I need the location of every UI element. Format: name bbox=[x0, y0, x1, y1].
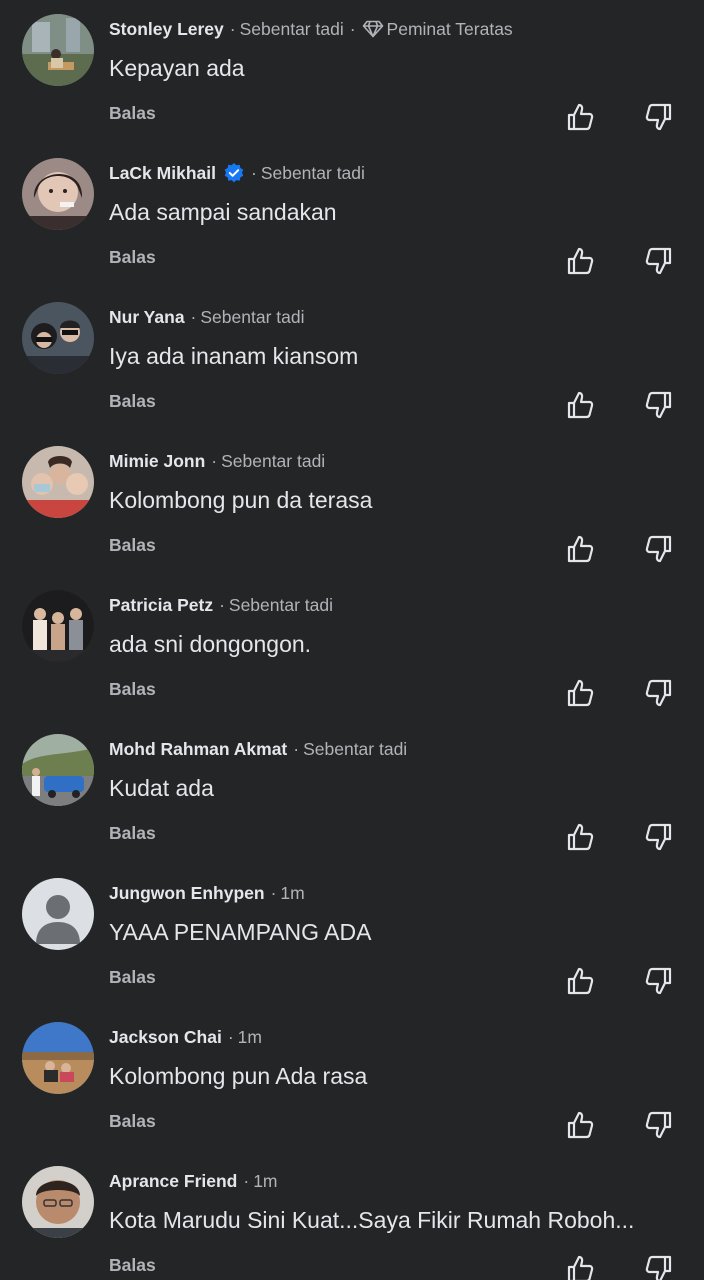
comment-meta: Nur Yana · Sebentar tadi bbox=[109, 305, 304, 329]
comment-item: Mohd Rahman Akmat · Sebentar tadi Kudat … bbox=[0, 720, 704, 864]
comment-text: Kolombong pun da terasa bbox=[109, 487, 373, 513]
reply-button[interactable]: Balas bbox=[109, 247, 156, 268]
thumbs-up-icon[interactable] bbox=[563, 676, 597, 710]
comment-item: Patricia Petz · Sebentar tadi ada sni do… bbox=[0, 576, 704, 720]
comment-meta: Mohd Rahman Akmat · Sebentar tadi bbox=[109, 737, 407, 761]
comment-meta: Stonley Lerey · Sebentar tadi · Peminat … bbox=[109, 17, 513, 41]
commenter-name[interactable]: Mohd Rahman Akmat bbox=[109, 739, 287, 760]
avatar[interactable] bbox=[22, 1022, 94, 1094]
thumbs-up-icon[interactable] bbox=[563, 100, 597, 134]
comment-list: Stonley Lerey · Sebentar tadi · Peminat … bbox=[0, 0, 704, 1280]
reply-button[interactable]: Balas bbox=[109, 1111, 156, 1132]
commenter-name[interactable]: Stonley Lerey bbox=[109, 19, 224, 40]
comment-meta: Mimie Jonn · Sebentar tadi bbox=[109, 449, 325, 473]
separator-dot: · bbox=[349, 18, 356, 39]
comment-meta: Patricia Petz · Sebentar tadi bbox=[109, 593, 333, 617]
separator-dot: · bbox=[229, 18, 236, 39]
comment-item: Jackson Chai · 1m Kolombong pun Ada rasa… bbox=[0, 1008, 704, 1152]
comment-item: Stonley Lerey · Sebentar tadi · Peminat … bbox=[0, 0, 704, 144]
separator-dot: · bbox=[227, 1026, 234, 1047]
separator-dot: · bbox=[190, 306, 197, 327]
comment-text: Kolombong pun Ada rasa bbox=[109, 1063, 368, 1089]
reply-button[interactable]: Balas bbox=[109, 1255, 156, 1276]
commenter-name[interactable]: Jackson Chai bbox=[109, 1027, 222, 1048]
reply-button[interactable]: Balas bbox=[109, 679, 156, 700]
commenter-name[interactable]: Mimie Jonn bbox=[109, 451, 205, 472]
avatar[interactable] bbox=[22, 878, 94, 950]
commenter-name[interactable]: LaCk Mikhail bbox=[109, 163, 216, 184]
avatar[interactable] bbox=[22, 734, 94, 806]
thumbs-down-icon[interactable] bbox=[642, 1108, 676, 1142]
avatar[interactable] bbox=[22, 302, 94, 374]
separator-dot: · bbox=[211, 450, 218, 471]
commenter-name[interactable]: Jungwon Enhypen bbox=[109, 883, 265, 904]
separator-dot: · bbox=[219, 594, 225, 615]
reply-button[interactable]: Balas bbox=[109, 103, 156, 124]
comment-text: Ada sampai sandakan bbox=[109, 199, 337, 225]
comment-time: Sebentar tadi bbox=[221, 450, 326, 471]
thumbs-up-icon[interactable] bbox=[563, 388, 597, 422]
default-avatar-icon bbox=[22, 878, 94, 950]
comment-time: Sebentar tadi bbox=[303, 738, 408, 759]
avatar[interactable] bbox=[22, 14, 94, 86]
comment-time: Sebentar tadi bbox=[200, 306, 305, 327]
commenter-name[interactable]: Nur Yana bbox=[109, 307, 185, 328]
thumbs-up-icon[interactable] bbox=[563, 1252, 597, 1280]
comment-text: Kepayan ada bbox=[109, 55, 245, 81]
comment-time: 1m bbox=[237, 1026, 262, 1047]
comment-time: Sebentar tadi bbox=[260, 162, 365, 183]
thumbs-down-icon[interactable] bbox=[642, 964, 676, 998]
diamond-icon bbox=[362, 20, 384, 38]
avatar[interactable] bbox=[22, 158, 94, 230]
comment-item: Mimie Jonn · Sebentar tadi Kolombong pun… bbox=[0, 432, 704, 576]
comment-text: YAAA PENAMPANG ADA bbox=[109, 919, 372, 945]
thumbs-up-icon[interactable] bbox=[563, 244, 597, 278]
comment-item: Nur Yana · Sebentar tadi Iya ada inanam … bbox=[0, 288, 704, 432]
thumbs-up-icon[interactable] bbox=[563, 1108, 597, 1142]
comment-item: Aprance Friend · 1m Kota Marudu Sini Kua… bbox=[0, 1152, 704, 1280]
avatar[interactable] bbox=[22, 1166, 94, 1238]
comment-item: LaCk Mikhail · Sebentar tadi Ada sampai … bbox=[0, 144, 704, 288]
reply-button[interactable]: Balas bbox=[109, 535, 156, 556]
reply-button[interactable]: Balas bbox=[109, 823, 156, 844]
comment-time: 1m bbox=[253, 1170, 278, 1191]
comment-text: Kudat ada bbox=[109, 775, 214, 801]
comment-time: Sebentar tadi bbox=[239, 18, 344, 39]
thumbs-down-icon[interactable] bbox=[642, 244, 676, 278]
separator-dot: · bbox=[243, 1170, 250, 1191]
thumbs-down-icon[interactable] bbox=[642, 820, 676, 854]
comment-time: 1m bbox=[280, 882, 305, 903]
top-fan-badge: Peminat Teratas bbox=[386, 18, 513, 39]
comment-text: ada sni dongongon. bbox=[109, 631, 312, 657]
separator-dot: · bbox=[270, 882, 277, 903]
verified-badge-icon bbox=[223, 162, 245, 184]
avatar[interactable] bbox=[22, 590, 94, 662]
thumbs-up-icon[interactable] bbox=[563, 532, 597, 566]
reply-button[interactable]: Balas bbox=[109, 967, 156, 988]
thumbs-up-icon[interactable] bbox=[563, 964, 597, 998]
reply-button[interactable]: Balas bbox=[109, 391, 156, 412]
thumbs-down-icon[interactable] bbox=[642, 100, 676, 134]
thumbs-down-icon[interactable] bbox=[642, 388, 676, 422]
thumbs-up-icon[interactable] bbox=[563, 820, 597, 854]
comment-item: Jungwon Enhypen · 1m YAAA PENAMPANG ADA … bbox=[0, 864, 704, 1008]
thumbs-down-icon[interactable] bbox=[642, 1252, 676, 1280]
comment-meta: Aprance Friend · 1m bbox=[109, 1169, 278, 1193]
commenter-name[interactable]: Patricia Petz bbox=[109, 595, 213, 616]
comment-text: Kota Marudu Sini Kuat...Saya Fikir Rumah… bbox=[109, 1207, 635, 1233]
comment-meta: Jackson Chai · 1m bbox=[109, 1025, 262, 1049]
avatar[interactable] bbox=[22, 446, 94, 518]
separator-dot: · bbox=[293, 738, 300, 759]
comment-time: Sebentar tadi bbox=[228, 594, 334, 615]
comment-meta: Jungwon Enhypen · 1m bbox=[109, 881, 305, 905]
commenter-name[interactable]: Aprance Friend bbox=[109, 1171, 237, 1192]
separator-dot: · bbox=[250, 162, 257, 183]
thumbs-down-icon[interactable] bbox=[642, 676, 676, 710]
thumbs-down-icon[interactable] bbox=[642, 532, 676, 566]
comment-meta: LaCk Mikhail · Sebentar tadi bbox=[109, 161, 365, 185]
comment-text: Iya ada inanam kiansom bbox=[109, 343, 359, 369]
